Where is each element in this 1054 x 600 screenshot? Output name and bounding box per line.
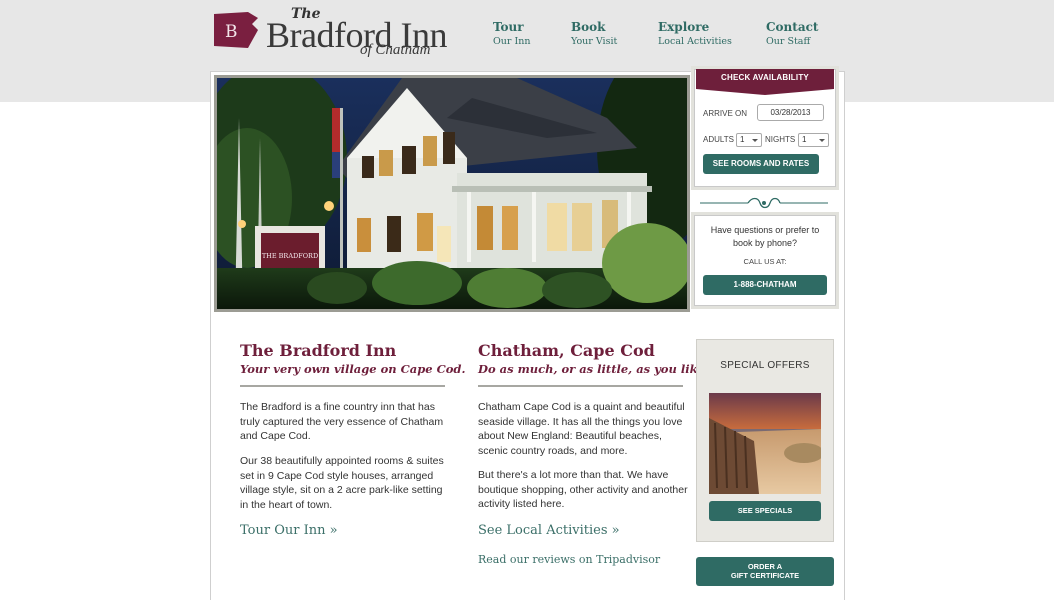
tripadvisor-reviews-link[interactable]: Read our reviews on Tripadvisor [478,553,660,566]
tour-inn-link[interactable]: Tour Our Inn » [240,523,338,538]
see-specials-button[interactable]: SEE SPECIALS [709,501,821,521]
arrive-date-input[interactable]: 03/28/2013 [757,104,824,121]
special-offers-image [709,393,821,494]
nav-explore-sub: Local Activities [658,36,732,47]
availability-title: CHECK AVAILABILITY [721,73,809,82]
logo-initial: B [225,22,238,42]
inn-paragraph-2: Our 38 beautifully appointed rooms & sui… [240,455,444,511]
adults-label: ADULTS [703,135,734,144]
hero-image: THE BRADFORD [214,75,690,312]
nav-book-title: Book [571,20,606,34]
nav-tour[interactable]: Tour Our Inn [493,20,530,47]
chatham-paragraph-2: But there's a lot more than that. We hav… [478,469,688,510]
flourish-divider-icon [700,197,828,209]
inn-tagline: Your very own village on Cape Cod. [240,362,466,376]
inn-paragraph-1: The Bradford is a fine country inn that … [240,401,444,442]
local-activities-link[interactable]: See Local Activities » [478,523,620,538]
adults-select[interactable]: 1 [736,133,762,147]
nights-select[interactable]: 1 [798,133,829,147]
beach-sunset-illustration [709,393,821,494]
chatham-heading: Chatham, Cape Cod [478,341,655,360]
logo-sub: of Chatham [360,42,431,58]
nav-contact-sub: Our Staff [766,36,811,47]
chatham-tagline: Do as much, or as little, as you like. [478,362,709,376]
chatham-paragraph-1: Chatham Cape Cod is a quaint and beautif… [478,401,685,457]
nights-label: NIGHTS [765,135,796,144]
gift-line-2: GIFT CERTIFICATE [730,571,800,580]
logo-flag-icon: B [214,12,258,48]
gift-certificate-button[interactable]: ORDER A GIFT CERTIFICATE [696,557,834,586]
nav-contact[interactable]: Contact Our Staff [766,20,818,47]
gift-line-1: ORDER A [747,562,783,571]
nav-explore-title: Explore [658,20,710,34]
adults-select-value: 1 [740,135,745,144]
chatham-heading-rule [478,385,683,387]
nights-select-value: 1 [802,135,807,144]
inn-heading: The Bradford Inn [240,341,397,360]
call-us-label: CALL US AT: [743,257,787,266]
hero-inn-illustration: THE BRADFORD [217,78,687,309]
arrive-label: ARRIVE ON [703,109,748,118]
site-logo[interactable]: B The Bradford Inn of Chatham [214,6,447,60]
nav-tour-sub: Our Inn [493,36,531,47]
nav-book[interactable]: Book Your Visit [571,20,617,47]
hero-sign-text: THE BRADFORD [262,252,318,260]
nav-tour-title: Tour [493,20,524,34]
nights-chevron-down-icon [819,139,825,142]
phone-number-button[interactable]: 1-888-CHATHAM [703,275,827,295]
nav-contact-title: Contact [766,20,819,34]
adults-chevron-down-icon [752,139,758,142]
see-rooms-button[interactable]: SEE ROOMS AND RATES [703,154,819,174]
nav-book-sub: Your Visit [571,36,618,47]
phone-question: Have questions or prefer to book by phon… [710,225,820,248]
inn-heading-rule [240,385,445,387]
special-offers-title: SPECIAL OFFERS [720,360,810,371]
nav-explore[interactable]: Explore Local Activities [658,20,732,47]
